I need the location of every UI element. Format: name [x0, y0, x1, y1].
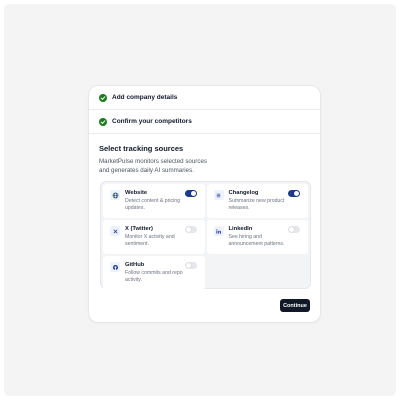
toggle-knob — [185, 227, 191, 232]
globe-icon — [110, 190, 120, 200]
source-description: Follow commits and repo activity. — [125, 270, 183, 283]
section-title: Select tracking sources — [99, 144, 184, 153]
section-description: MarketPulse monitors selected sources an… — [99, 158, 207, 174]
source-description: See hiring and announcement patterns. — [228, 234, 285, 247]
source-name: Website — [125, 190, 148, 196]
toggle-knob — [185, 263, 191, 268]
source-name: GitHub — [125, 262, 145, 268]
check-circle-icon — [99, 93, 107, 102]
github-toggle[interactable] — [184, 262, 197, 269]
sources-grid: Website Detect content & pricing updates… — [100, 181, 311, 290]
check-circle-icon — [99, 117, 107, 126]
toggle-knob — [190, 191, 196, 196]
source-description: Detect content & pricing updates. — [125, 198, 181, 211]
step-label: Confirm your competitors — [112, 118, 192, 125]
github-icon — [110, 262, 120, 272]
website-toggle[interactable] — [184, 190, 197, 197]
source-tile-x-twitter: X (Twitter) Monitor X activity and senti… — [103, 220, 205, 254]
toggle-knob — [294, 191, 299, 196]
source-name: X (Twitter) — [125, 226, 153, 232]
source-name: Changelog — [228, 190, 259, 196]
toggle-knob — [289, 227, 294, 232]
page-background: Add company details Confirm your competi… — [4, 4, 396, 396]
source-tile-website: Website Detect content & pricing updates… — [103, 184, 205, 218]
continue-button[interactable]: Continue — [280, 299, 310, 312]
changelog-toggle[interactable] — [288, 190, 300, 197]
x-twitter-toggle[interactable] — [184, 226, 197, 233]
source-description: Monitor X activity and sentiment. — [125, 234, 175, 247]
onboarding-card: Add company details Confirm your competi… — [88, 85, 321, 323]
linkedin-icon — [213, 226, 224, 236]
step-competitors: Confirm your competitors — [89, 110, 320, 134]
tracking-sources-section: Select tracking sources MarketPulse moni… — [89, 134, 320, 175]
source-description: Summarize new product releases. — [228, 198, 285, 211]
source-tile-github: GitHub Follow commits and repo activity. — [103, 256, 205, 290]
step-company-details: Add company details — [89, 86, 320, 110]
source-name: LinkedIn — [228, 226, 253, 232]
source-tile-linkedin: LinkedIn See hiring and announcement pat… — [206, 220, 308, 254]
linkedin-toggle[interactable] — [288, 226, 300, 233]
x-icon — [110, 226, 120, 236]
list-icon — [213, 190, 224, 200]
step-label: Add company details — [112, 94, 178, 101]
source-tile-changelog: Changelog Summarize new product releases… — [206, 184, 308, 218]
